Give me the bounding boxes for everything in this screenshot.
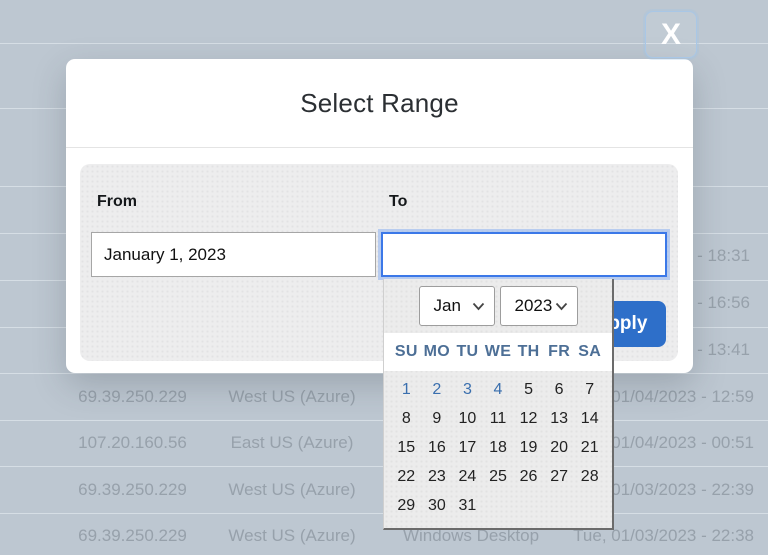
cell-location: West US (Azure) [208,374,376,420]
dialog-title: Select Range [300,88,459,119]
calendar-day[interactable]: 7 [574,375,605,404]
calendar-day[interactable]: 31 [452,491,483,520]
weekday-header: WE [483,343,514,361]
screen: - 18:31 - 16:56 - 13:41 69.39.250.229 We… [0,0,768,555]
to-label: To [389,193,407,211]
weekday-header: SA [574,343,605,361]
partial-datetime: - 16:56 [697,280,750,327]
cell-location: West US (Azure) [208,514,376,555]
calendar-day[interactable]: 28 [574,462,605,491]
calendar-day[interactable]: 24 [452,462,483,491]
calendar-day[interactable]: 20 [544,433,575,462]
weekday-header: TH [513,343,544,361]
cell-ip-address: 107.20.160.56 [40,421,225,467]
month-select-value: Jan [434,296,461,316]
from-label: From [97,193,137,211]
calendar-day[interactable]: 10 [452,404,483,433]
calendar-grid: 1 2 3 4 5 6 7 8 9 10 11 12 [384,371,612,530]
weekday-header: FR [544,343,575,361]
cell-ip-address: 69.39.250.229 [40,514,225,555]
calendar-day[interactable]: 5 [513,375,544,404]
chevron-down-icon [472,302,485,311]
dialog-header: Select Range [66,59,693,148]
weekday-header: TU [452,343,483,361]
calendar-day[interactable]: 8 [391,404,422,433]
calendar-day[interactable]: 22 [391,462,422,491]
year-select[interactable]: 2023 [500,286,578,326]
year-select-value: 2023 [515,296,553,316]
calendar-day[interactable]: 11 [483,404,514,433]
from-date-input[interactable] [91,232,376,277]
cell-location: East US (Azure) [208,421,376,467]
weekday-header: MO [422,343,453,361]
cell-ip-address: 69.39.250.229 [40,467,225,513]
cell-ip-address: 69.39.250.229 [40,374,225,420]
datepicker-controls: Jan 2023 [384,279,612,331]
chevron-down-icon [555,302,568,311]
calendar-day[interactable]: 25 [483,462,514,491]
calendar-day[interactable]: 18 [483,433,514,462]
calendar-day[interactable]: 15 [391,433,422,462]
cell-datetime: 01/04/2023 - 00:51 [611,421,754,467]
calendar-day[interactable]: 12 [513,404,544,433]
calendar-day[interactable]: 9 [422,404,453,433]
cell-location: West US (Azure) [208,467,376,513]
cell-datetime: 01/03/2023 - 22:39 [611,467,754,513]
close-icon: X [661,18,681,52]
calendar-day[interactable]: 30 [422,491,453,520]
month-select[interactable]: Jan [419,286,495,326]
calendar-day[interactable]: 2 [422,375,453,404]
calendar-day[interactable]: 3 [452,375,483,404]
calendar-day[interactable]: 27 [544,462,575,491]
to-date-input[interactable] [381,232,667,277]
calendar-day[interactable]: 29 [391,491,422,520]
partial-datetime: - 18:31 [697,233,750,280]
calendar-day[interactable]: 16 [422,433,453,462]
calendar-day[interactable]: 14 [574,404,605,433]
calendar-day[interactable]: 21 [574,433,605,462]
calendar-day[interactable]: 19 [513,433,544,462]
weekday-header-row: SU MO TU WE TH FR SA [384,333,612,371]
close-button[interactable]: X [645,11,697,58]
bg-partial-timestamps: - 18:31 - 16:56 - 13:41 [697,233,750,373]
calendar-day[interactable]: 13 [544,404,575,433]
calendar-day[interactable]: 4 [483,375,514,404]
datepicker-popup: Jan 2023 SU MO TU WE TH [383,279,614,530]
calendar-day[interactable]: 6 [544,375,575,404]
weekday-header: SU [391,343,422,361]
calendar-day[interactable]: 1 [391,375,422,404]
cell-datetime: 01/04/2023 - 12:59 [611,374,754,420]
calendar-day[interactable]: 23 [422,462,453,491]
calendar-day[interactable]: 26 [513,462,544,491]
calendar-day[interactable]: 17 [452,433,483,462]
partial-datetime: - 13:41 [697,326,750,373]
